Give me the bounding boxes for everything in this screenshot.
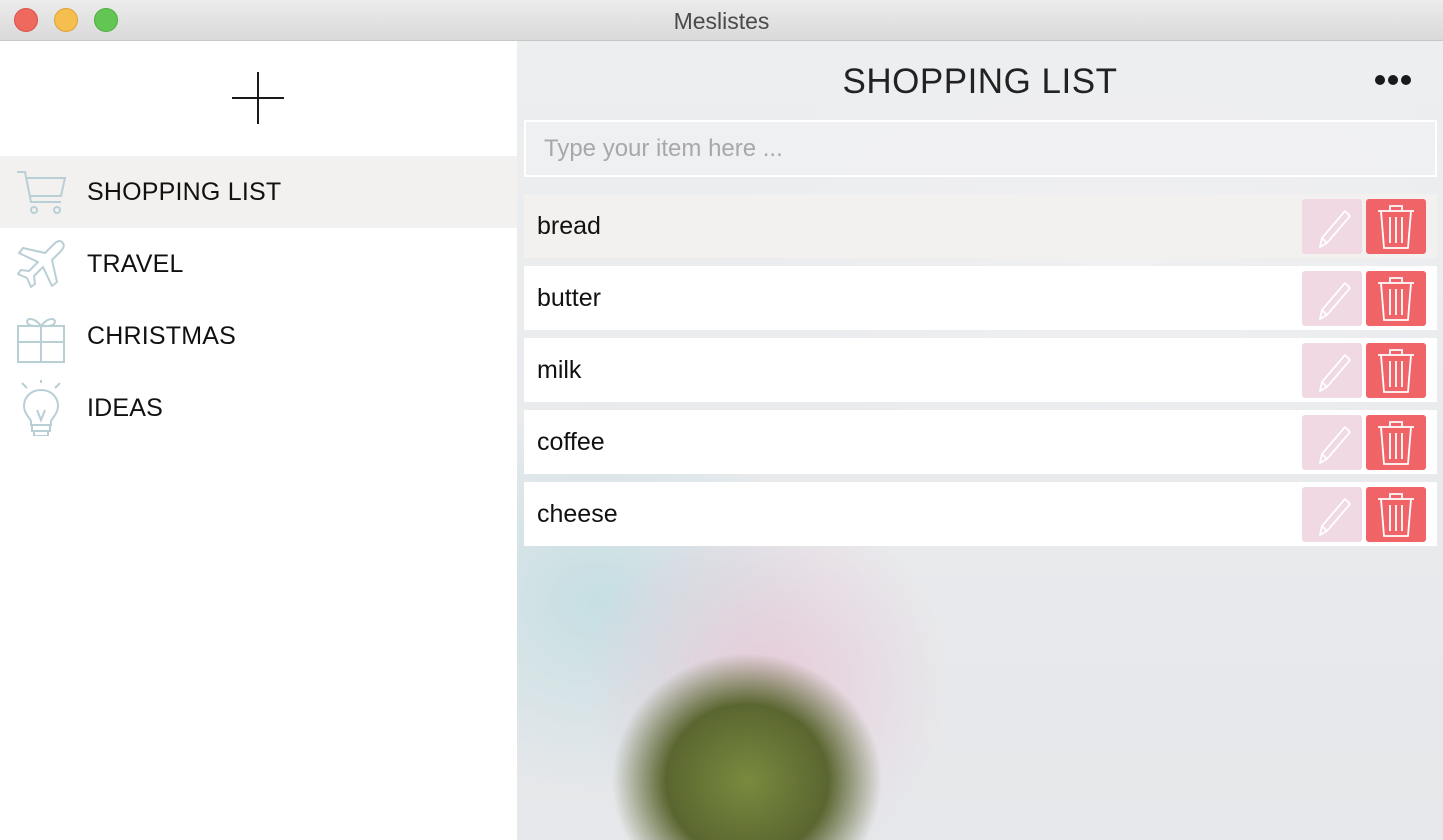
- list-item: bread: [524, 194, 1437, 258]
- trash-icon: [1378, 493, 1414, 537]
- list-item: cheese: [524, 482, 1437, 546]
- list-item-text: butter: [537, 284, 601, 312]
- window-title: Meslistes: [673, 8, 770, 34]
- sidebar-item-shopping-list[interactable]: SHOPPING LIST: [0, 156, 517, 228]
- sidebar: SHOPPING LIST TRAVEL CHRISTMAS IDEAS: [0, 41, 517, 840]
- pencil-icon: [1319, 498, 1351, 536]
- edit-item-button[interactable]: [1302, 271, 1362, 326]
- edit-item-button[interactable]: [1302, 199, 1362, 254]
- plus-icon-vertical: [257, 72, 259, 124]
- list-item: coffee: [524, 410, 1437, 474]
- list-panel: SHOPPING LIST bread butter: [517, 41, 1443, 840]
- list-item: butter: [524, 266, 1437, 330]
- pencil-icon: [1319, 282, 1351, 320]
- sidebar-item-label: CHRISTMAS: [87, 322, 237, 350]
- add-list-button[interactable]: [232, 72, 284, 124]
- trash-icon: [1378, 205, 1414, 249]
- sidebar-item-travel[interactable]: TRAVEL: [0, 228, 517, 300]
- page-title: SHOPPING LIST: [842, 62, 1118, 101]
- sidebar-item-label: SHOPPING LIST: [87, 178, 282, 206]
- gift-icon: [17, 318, 65, 363]
- trash-icon: [1378, 349, 1414, 393]
- list-item-text: milk: [537, 356, 582, 384]
- delete-item-button[interactable]: [1366, 343, 1426, 398]
- list-item-text: cheese: [537, 500, 618, 528]
- more-icon-dot: [1388, 75, 1398, 85]
- edit-item-button[interactable]: [1302, 415, 1362, 470]
- airplane-icon: [17, 240, 65, 288]
- lightbulb-icon: [21, 380, 61, 436]
- more-icon-dot: [1375, 75, 1385, 85]
- title-bar: Meslistes: [0, 0, 1443, 41]
- list-item: milk: [524, 338, 1437, 402]
- delete-item-button[interactable]: [1366, 271, 1426, 326]
- sidebar-item-label: TRAVEL: [87, 250, 184, 278]
- delete-item-button[interactable]: [1366, 487, 1426, 542]
- more-icon-dot: [1401, 75, 1411, 85]
- delete-item-button[interactable]: [1366, 199, 1426, 254]
- delete-item-button[interactable]: [1366, 415, 1426, 470]
- trash-icon: [1378, 421, 1414, 465]
- sidebar-item-christmas[interactable]: CHRISTMAS: [0, 300, 517, 372]
- edit-item-button[interactable]: [1302, 343, 1362, 398]
- more-options-button[interactable]: [1375, 73, 1411, 87]
- edit-item-button[interactable]: [1302, 487, 1362, 542]
- sidebar-item-ideas[interactable]: IDEAS: [0, 372, 517, 444]
- list-item-text: bread: [537, 212, 601, 240]
- sidebar-item-label: IDEAS: [87, 394, 164, 422]
- new-item-input[interactable]: [524, 120, 1437, 177]
- shopping-cart-icon: [17, 171, 67, 214]
- list-item-text: coffee: [537, 428, 605, 456]
- pencil-icon: [1319, 426, 1351, 464]
- pencil-icon: [1319, 210, 1351, 248]
- pencil-icon: [1319, 354, 1351, 392]
- trash-icon: [1378, 277, 1414, 321]
